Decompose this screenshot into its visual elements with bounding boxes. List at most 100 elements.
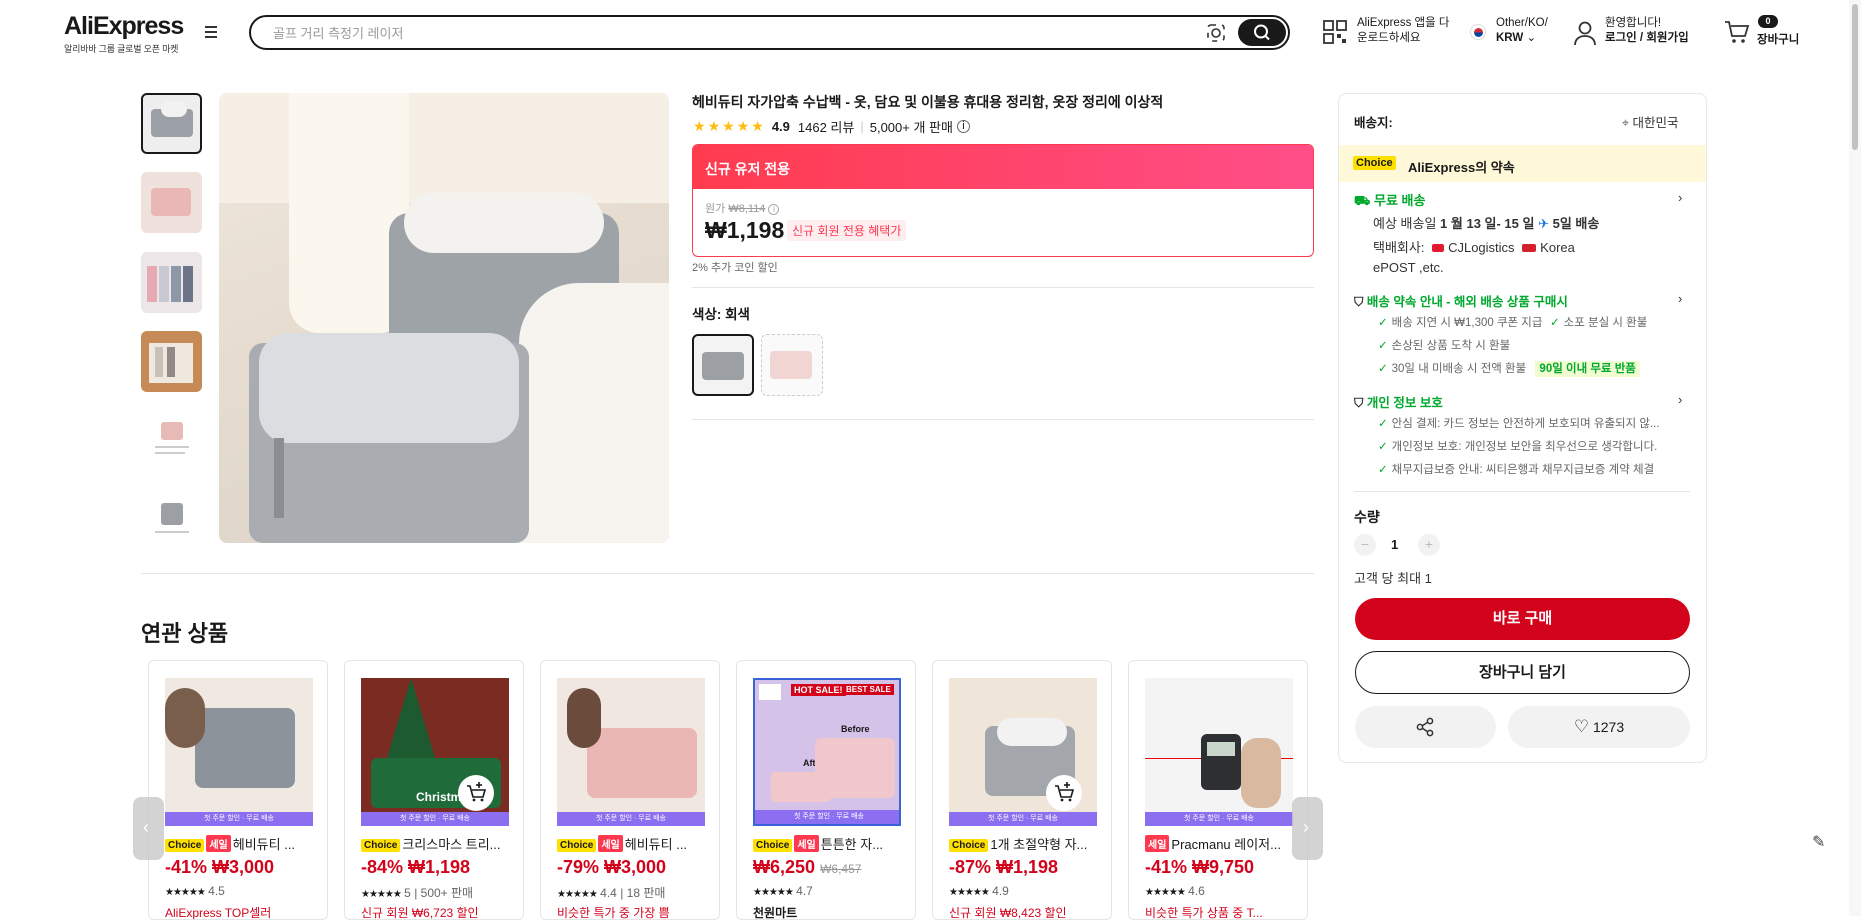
product-card-rating: ★★★★★ 5 | 500+ 판매: [361, 886, 474, 900]
product-card-tag: 비슷한 특가 중 가장 쁨: [557, 906, 670, 920]
product-card-price: -84% ₩1,198: [361, 857, 471, 877]
product-card-image[interactable]: 첫 주문 할인 · 무료 배송: [1145, 678, 1293, 826]
location-pin-icon: ⌖: [1622, 116, 1630, 130]
product-card[interactable]: 첫 주문 할인 · 무료 배송 Choice 1개 초절약형 자... -87% …: [932, 660, 1112, 920]
color-option-gray[interactable]: [692, 334, 754, 396]
wish-count: 1273: [1592, 719, 1625, 735]
product-card[interactable]: 첫 주문 할인 · 무료 배송 Choice 세일 헤비듀티 ... -79% ₩3…: [540, 660, 720, 920]
thumbnail-3[interactable]: [141, 252, 202, 313]
choice-banner: Choice AliExpress의 약속: [1339, 145, 1706, 182]
scrollbar[interactable]: [1849, 0, 1861, 916]
color-option-pink[interactable]: [761, 334, 823, 396]
thumbnail-2[interactable]: [141, 172, 202, 233]
info-icon[interactable]: i: [768, 204, 780, 215]
share-button[interactable]: [1355, 706, 1496, 748]
product-card-rating: ★★★★★ 4.7: [753, 884, 813, 898]
thumbnail-5[interactable]: [141, 410, 202, 471]
cart-icon[interactable]: [1724, 20, 1750, 44]
promo-band: 첫 주문 할인 · 무료 배송: [557, 812, 705, 826]
free-shipping-link[interactable]: ⛟ 무료 배송: [1354, 190, 1425, 211]
buy-now-button[interactable]: 바로 구매: [1355, 598, 1690, 640]
cart-label[interactable]: 장바구니: [1757, 31, 1799, 47]
shield-check-icon: ⛉: [1354, 396, 1364, 410]
delivery-dates: 1 월 13 일- 15 일: [1440, 216, 1535, 231]
quantity-value[interactable]: 1: [1391, 537, 1398, 552]
chevron-right-icon[interactable]: ›: [1678, 291, 1682, 306]
product-card-price: -79% ₩3,000: [557, 857, 667, 877]
product-card-tag: AliExpress TOP셀러: [165, 906, 272, 920]
courier-label: 택배회사:: [1373, 240, 1425, 255]
search-input[interactable]: [273, 23, 1173, 43]
logo-text: AliExpress: [64, 12, 184, 40]
add-to-cart-icon[interactable]: [1046, 775, 1082, 811]
color-label: 색상: 회색: [692, 307, 750, 322]
delivery-guarantee-link[interactable]: ⛉ 배송 약속 안내 - 해외 배송 상품 구매시: [1354, 291, 1568, 310]
best-sale-label: BEST SALE: [843, 684, 894, 695]
ship-to-label: 배송지:: [1354, 116, 1393, 130]
sale-price: ₩1,198: [705, 217, 785, 243]
account-link[interactable]: 환영합니다! 로그인 / 회원가입: [1605, 16, 1689, 46]
product-card[interactable]: 첫 주문 할인 · 무료 배송 Choice 세일 헤비듀티 ... -41% ₩3…: [148, 660, 328, 920]
product-card-image[interactable]: 첫 주문 할인 · 무료 배송: [165, 678, 313, 826]
carousel-prev-button[interactable]: ‹: [133, 797, 164, 860]
ship-to-selector[interactable]: ⌖ 대한민국: [1622, 112, 1679, 131]
thumbnail-4[interactable]: [141, 331, 202, 392]
product-card-image[interactable]: Christmas 첫 주문 할인 · 무료 배송: [361, 678, 509, 826]
privacy-item: ✓ 안심 결제: 카드 정보는 안전하게 보호되며 유출되지 않...: [1378, 418, 1660, 430]
product-card-image[interactable]: 첫 주문 할인 · 무료 배송: [557, 678, 705, 826]
wishlist-button[interactable]: ♡ 1273: [1508, 706, 1690, 748]
courier-logo-icon: [1432, 244, 1445, 252]
thumbnail-1[interactable]: [141, 93, 202, 154]
truck-icon: ⛟: [1354, 193, 1371, 208]
camera-icon[interactable]: [1205, 22, 1227, 44]
divider: [141, 573, 1314, 574]
review-count[interactable]: 1462 리뷰: [798, 117, 854, 136]
quantity-increase-button[interactable]: +: [1418, 534, 1440, 556]
chevron-right-icon[interactable]: ›: [1678, 190, 1682, 205]
product-card-title: Choice 세일 헤비듀티 ...: [557, 834, 717, 853]
product-card[interactable]: HOT SALE! BEST SALE Before After 첫 주문 할인…: [736, 660, 916, 920]
chevron-right-icon[interactable]: ›: [1678, 392, 1682, 407]
before-label: Before: [841, 724, 870, 734]
product-card[interactable]: Christmas 첫 주문 할인 · 무료 배송 Choice 크리스마스 트리…: [344, 660, 524, 920]
promo-band: 첫 주문 할인 · 무료 배송: [949, 812, 1097, 826]
app-download-line1: AliExpress 앱을 다: [1357, 17, 1450, 29]
product-card-price: -41% ₩9,750: [1145, 857, 1255, 877]
product-card-price: -41% ₩3,000: [165, 857, 275, 877]
product-card-rating: ★★★★★ 4.4 | 18 판매: [557, 886, 666, 900]
aliexpress-logo[interactable]: AliExpress 알리바바 그룹 글로벌 오픈 마켓: [64, 12, 184, 55]
main-product-image[interactable]: [219, 93, 669, 543]
app-download-link[interactable]: AliExpress 앱을 다 운로드하세요: [1357, 16, 1449, 46]
product-card-image[interactable]: HOT SALE! BEST SALE Before After 첫 주문 할인…: [753, 678, 901, 826]
qr-icon[interactable]: [1322, 19, 1348, 45]
heart-icon: ♡: [1573, 717, 1590, 736]
divider: [1354, 491, 1690, 492]
carousel-next-button[interactable]: ›: [1292, 797, 1323, 860]
user-icon[interactable]: [1573, 20, 1597, 46]
free-return-badge: 90일 이내 무료 반품: [1535, 361, 1640, 377]
privacy-item: ✓ 개인정보 보호: 개인정보 보안을 최우선으로 생각합니다.: [1378, 441, 1658, 453]
quantity-decrease-button[interactable]: −: [1354, 534, 1376, 556]
thumbnail-6[interactable]: [141, 489, 202, 550]
login-signup-link: 로그인 / 회원가입: [1605, 32, 1689, 44]
privacy-link[interactable]: ⛉ 개인 정보 보호: [1354, 392, 1443, 411]
product-card-image[interactable]: 첫 주문 할인 · 무료 배송: [949, 678, 1097, 826]
share-icon: [1416, 717, 1434, 737]
choice-promise: AliExpress의 약속: [1408, 160, 1515, 175]
quantity-label: 수량: [1354, 509, 1380, 525]
product-card[interactable]: 첫 주문 할인 · 무료 배송 세일 Pracmanu 레이저... -41% ₩…: [1128, 660, 1308, 920]
search-button[interactable]: [1238, 19, 1286, 46]
scrollbar-thumb[interactable]: [1852, 4, 1858, 150]
add-to-cart-button[interactable]: 장바구니 담기: [1355, 651, 1690, 694]
delivery-estimate: 예상 배송일 1 월 13 일- 15 일 ✈ 5일 배송: [1373, 213, 1599, 232]
add-to-cart-icon[interactable]: [458, 775, 494, 811]
edit-icon[interactable]: ✎: [1812, 832, 1825, 852]
region-currency-selector[interactable]: Other/KO/ KRW ⌄: [1496, 16, 1548, 46]
separator: |: [860, 119, 864, 134]
free-shipping-label: 무료 배송: [1373, 193, 1426, 208]
promo-band: 첫 주문 할인 · 무료 배송: [755, 810, 899, 824]
guarantee-item: ✓ 소포 분실 시 환불: [1550, 317, 1648, 329]
info-icon[interactable]: i: [956, 120, 970, 133]
menu-icon[interactable]: [205, 26, 221, 40]
product-card-title: Choice 세일 튼튼한 자...: [753, 834, 913, 853]
